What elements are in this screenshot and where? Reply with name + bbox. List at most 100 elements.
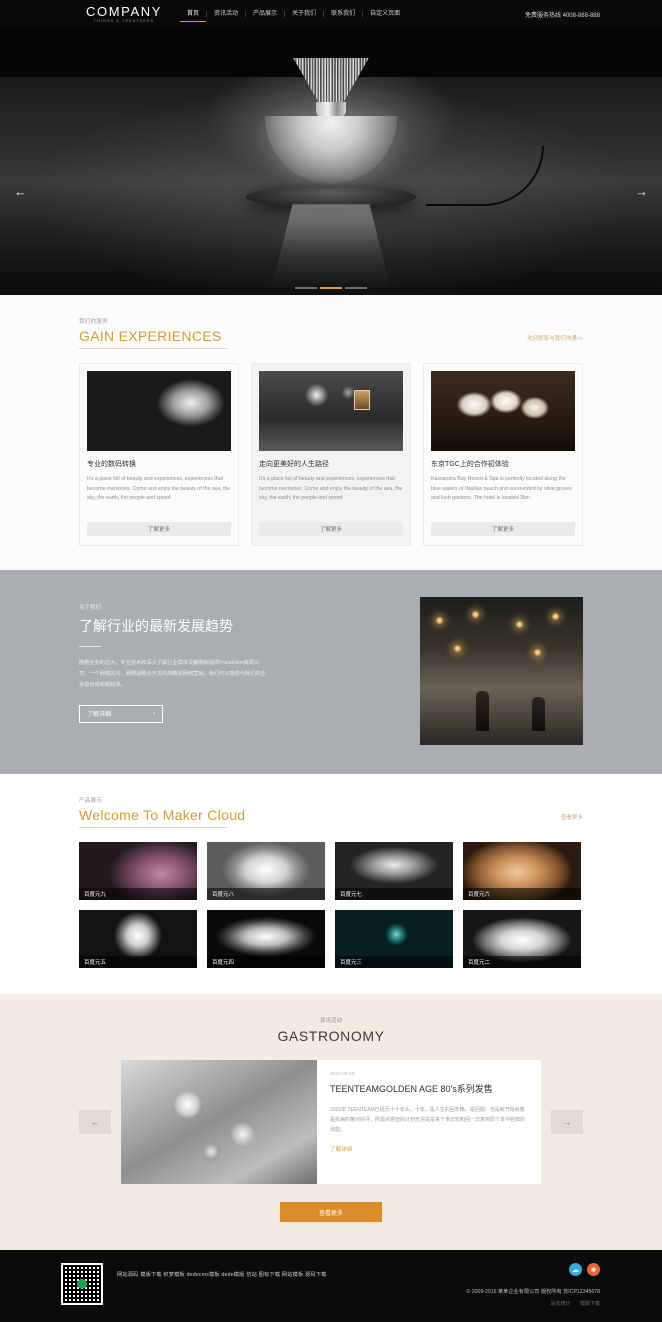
about-detail-button[interactable]: 了解详细 › [79, 704, 163, 723]
product-item[interactable]: 百度元七 [335, 842, 453, 900]
products-kicker: 产品展示 [79, 798, 103, 804]
news-next-arrow-icon[interactable]: → [551, 1110, 583, 1134]
logo-subtitle: THINGS & TREATURES [93, 19, 155, 23]
product-label: 百度元二 [463, 956, 581, 968]
product-item[interactable]: 百度元二 [463, 910, 581, 968]
product-label: 百度元六 [463, 888, 581, 900]
card-title: 走向更美好的人生路径 [259, 461, 329, 468]
news-text: 2015-09-18 TEENTEAMGOLDEN AGE 80's系列发售 2… [317, 1060, 541, 1184]
card-more-button[interactable]: 了解更多 [431, 522, 575, 536]
weibo-icon[interactable]: ❀ [587, 1263, 600, 1276]
news-detail-link[interactable]: 了解详细 [330, 1145, 527, 1153]
product-label: 百度元五 [79, 956, 197, 968]
card-body: It's a place full of beauty and experien… [259, 476, 403, 502]
hero-dot-active[interactable] [320, 287, 342, 289]
hero-slider[interactable]: ← → [0, 28, 662, 295]
nav-item-custom-page[interactable]: 自定义页面 [363, 7, 407, 21]
product-item[interactable]: 百度元九 [79, 842, 197, 900]
product-item[interactable]: 百度元八 [207, 842, 325, 900]
product-item[interactable]: 百度元三 [335, 910, 453, 968]
about-image [420, 597, 583, 745]
experiences-more-link[interactable]: 欢迎联系与我们沟通>> [527, 334, 583, 342]
news-kicker: 资讯活动 [319, 1018, 342, 1024]
experience-card[interactable]: 专业的数码转换 It's a place full of beauty and … [79, 363, 239, 546]
title-underline [79, 827, 227, 828]
hotline-text: 免费服务热线 4008-888-888 [524, 12, 600, 19]
news-section: 资讯活动 GASTRONOMY ← 2015-09-18 TEENTEAMGOL… [0, 994, 662, 1250]
card-more-button[interactable]: 了解更多 [259, 522, 403, 536]
nav-item-products[interactable]: 产品展示 [246, 7, 284, 21]
title-underline [79, 348, 227, 349]
nav-item-home[interactable]: 首页 [180, 7, 207, 22]
hero-dot[interactable] [295, 287, 317, 289]
chevron-right-icon: › [153, 710, 155, 717]
experiences-kicker: 我们的服务 [79, 319, 109, 325]
product-label: 百度元八 [207, 888, 325, 900]
news-headline: TEENTEAMGOLDEN AGE 80's系列发售 [330, 1084, 493, 1094]
lamp-reflection-graphic [271, 204, 391, 290]
footer-right: ☁ ❀ © 2009-2016 某某企业有限公司 版权所有 苏ICP123456… [466, 1263, 600, 1307]
hero-pagination[interactable] [295, 287, 367, 289]
experiences-header: 我们的服务 GAIN EXPERIENCES 欢迎联系与我们沟通>> [79, 295, 583, 349]
about-kicker: 关于我们 [79, 605, 102, 611]
products-title: Welcome To Maker Cloud [79, 807, 246, 823]
news-card[interactable]: 2015-09-18 TEENTEAMGOLDEN AGE 80's系列发售 2… [121, 1060, 541, 1184]
news-prev-arrow-icon[interactable]: ← [79, 1110, 111, 1134]
about-section: 关于我们 了解行业的最新发展趋势 随着业务的壮大，专业技术和深入了解行业需求及策… [0, 570, 662, 774]
qq-icon[interactable]: ☁ [569, 1263, 582, 1276]
lamp-stem-graphic [293, 58, 369, 106]
hero-dot[interactable] [345, 287, 367, 289]
nav-item-about[interactable]: 关于我们 [285, 7, 323, 21]
experience-card[interactable]: 走向更美好的人生路径 It's a place full of beauty a… [251, 363, 411, 546]
products-more-link[interactable]: 查看更多 [561, 813, 583, 821]
product-item[interactable]: 百度元四 [207, 910, 325, 968]
card-body: Kassandra Bay Resort & Spa is perfectly … [431, 476, 572, 502]
card-image [259, 371, 403, 451]
experience-cards: 专业的数码转换 It's a place full of beauty and … [79, 363, 583, 546]
product-label: 百度元三 [335, 956, 453, 968]
news-image [121, 1060, 317, 1184]
logo-text: COMPANY [86, 4, 162, 19]
card-title: 专业的数码转换 [87, 461, 136, 468]
products-header: 产品展示 Welcome To Maker Cloud 查看更多 [79, 774, 583, 828]
power-cord-graphic [426, 146, 544, 206]
social-icons: ☁ ❀ [466, 1263, 600, 1276]
product-item[interactable]: 百度元五 [79, 910, 197, 968]
products-section: 产品展示 Welcome To Maker Cloud 查看更多 百度元九 百度… [0, 774, 662, 994]
site-footer: 网站源码 模版下载 织梦模板 dedecms模板 dede模版 仿站 图标下载 … [0, 1250, 662, 1322]
card-more-button[interactable]: 了解更多 [87, 522, 231, 536]
product-label: 百度元四 [207, 956, 325, 968]
experience-card[interactable]: 东京TGC上的合作初体验 Kassandra Bay Resort & Spa … [423, 363, 583, 546]
experiences-title: GAIN EXPERIENCES [79, 328, 222, 344]
footer-links-wrap: 网站源码 模版下载 织梦模板 dedecms模板 dede模版 仿站 图标下载 … [117, 1263, 327, 1305]
footer-links[interactable]: 网站源码 模版下载 织梦模板 dedecms模板 dede模版 仿站 图标下载 … [117, 1271, 327, 1278]
card-title: 东京TGC上的合作初体验 [431, 461, 509, 468]
news-more-button[interactable]: 查看更多 [280, 1202, 382, 1222]
hero-next-arrow-icon[interactable]: → [635, 185, 648, 198]
product-label: 百度元九 [79, 888, 197, 900]
footer-stats-link[interactable]: 站长统计 [551, 1301, 571, 1307]
about-rule [79, 646, 101, 647]
page-root: COMPANY THINGS & TREATURES 首页 资讯活动 产品展示 … [0, 0, 662, 1322]
card-body: It's a place full of beauty and experien… [87, 476, 231, 502]
card-image [87, 371, 231, 451]
footer-copyright: © 2009-2016 某某企业有限公司 版权所有 苏ICP12345678 [466, 1289, 600, 1295]
news-carousel: ← 2015-09-18 TEENTEAMGOLDEN AGE 80's系列发售… [0, 1060, 662, 1184]
logo[interactable]: COMPANY THINGS & TREATURES [78, 5, 170, 23]
product-grid: 百度元九 百度元八 百度元七 百度元六 百度元五 百度元四 百度元三 百度元二 [79, 842, 583, 968]
about-title: 了解行业的最新发展趋势 [79, 618, 233, 634]
nav-item-news[interactable]: 资讯活动 [207, 7, 245, 21]
qr-code-icon [61, 1263, 103, 1305]
hero-prev-arrow-icon[interactable]: ← [14, 185, 27, 198]
card-image [431, 371, 575, 451]
lamp-shade-graphic [265, 116, 397, 184]
about-detail-label: 了解详细 [87, 712, 112, 719]
footer-template-link[interactable]: 模版下载 [580, 1301, 600, 1307]
news-title: GASTRONOMY [277, 1028, 385, 1044]
experiences-section: 我们的服务 GAIN EXPERIENCES 欢迎联系与我们沟通>> 专业的数码… [0, 295, 662, 570]
main-nav: 首页 资讯活动 产品展示 关于我们 联系我们 自定义页面 [180, 7, 407, 22]
product-item[interactable]: 百度元六 [463, 842, 581, 900]
nav-item-contact[interactable]: 联系我们 [324, 7, 362, 21]
news-excerpt: 2015年 TEENTEAM已经历十十年头，十年，是人生的回年精。是回题！也是新… [330, 1107, 526, 1134]
about-content: 关于我们 了解行业的最新发展趋势 随着业务的壮大，专业技术和深入了解行业需求及策… [79, 597, 349, 745]
